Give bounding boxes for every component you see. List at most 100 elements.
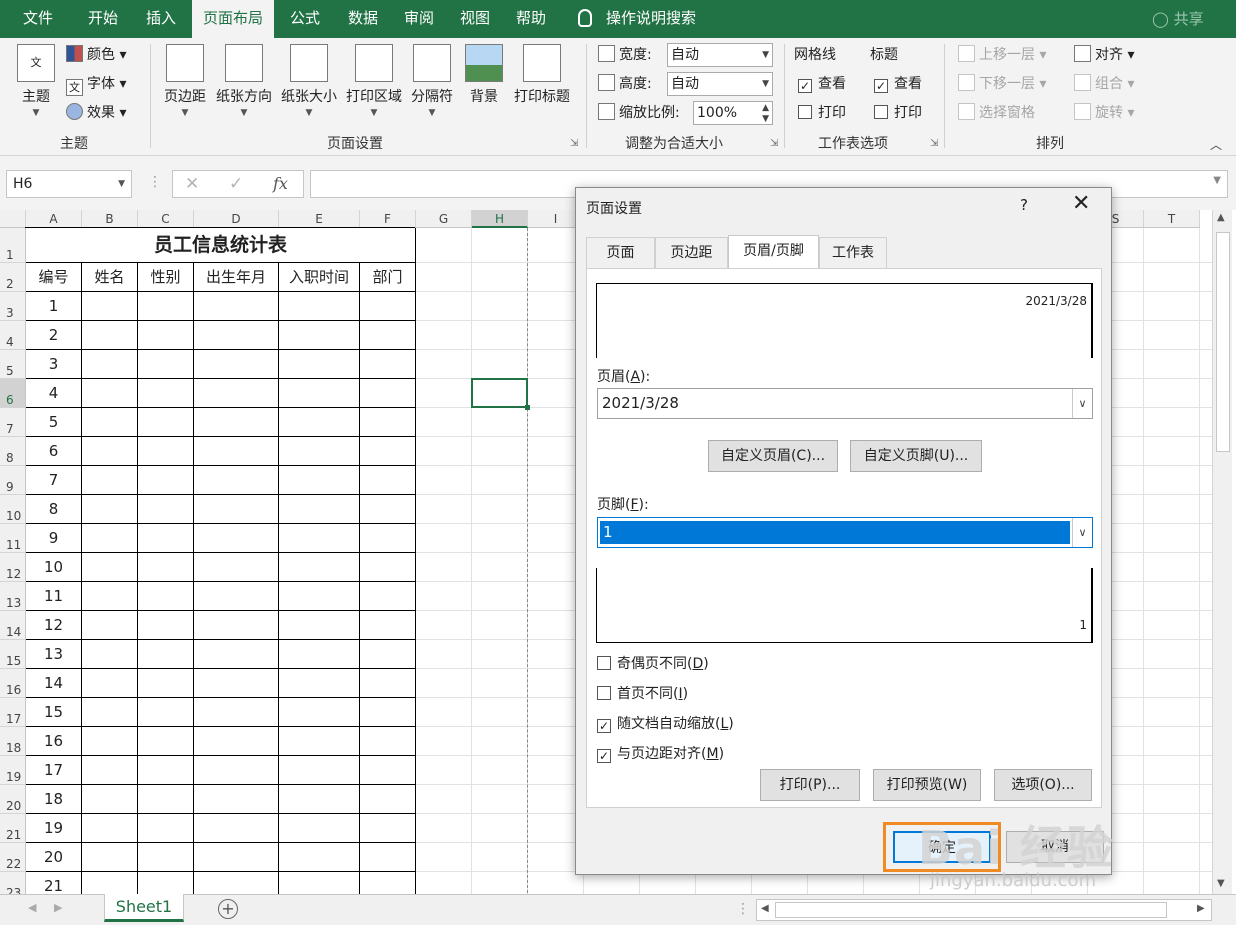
table-cell[interactable] [82, 698, 138, 727]
name-box[interactable]: H6 ▼ [6, 170, 132, 198]
table-cell[interactable] [279, 814, 360, 843]
table-cell[interactable] [82, 379, 138, 408]
table-cell[interactable] [138, 698, 194, 727]
table-cell[interactable] [82, 524, 138, 553]
table-cell[interactable] [82, 756, 138, 785]
table-cell[interactable] [82, 350, 138, 379]
size-button[interactable]: 纸张大小 ▼ [277, 44, 341, 118]
sheet-tab-sheet1[interactable]: Sheet1 [104, 894, 184, 922]
row-header-8[interactable]: 8 [0, 437, 26, 466]
fonts-button[interactable]: 文字体 ▾ [66, 73, 126, 96]
table-cell[interactable] [82, 785, 138, 814]
table-cell[interactable] [82, 292, 138, 321]
table-cell[interactable] [194, 843, 279, 872]
background-button[interactable]: 背景 [464, 44, 504, 106]
table-cell[interactable] [279, 292, 360, 321]
row-header-6[interactable]: 6 [0, 379, 26, 408]
table-cell[interactable] [194, 698, 279, 727]
table-cell[interactable] [194, 379, 279, 408]
headings-print-checkbox[interactable]: 打印 [874, 102, 922, 124]
table-cell[interactable] [194, 640, 279, 669]
table-cell[interactable] [138, 524, 194, 553]
table-cell[interactable] [360, 611, 416, 640]
table-cell[interactable] [279, 350, 360, 379]
table-cell[interactable] [279, 553, 360, 582]
split-handle-icon[interactable]: ⋮ [736, 901, 750, 917]
table-cell[interactable] [194, 495, 279, 524]
chevron-down-icon[interactable]: ∨ [1072, 518, 1092, 547]
vertical-scroll-thumb[interactable] [1216, 232, 1230, 452]
table-cell[interactable] [138, 872, 194, 894]
table-cell[interactable] [279, 756, 360, 785]
row-header-13[interactable]: 13 [0, 582, 26, 611]
table-cell[interactable] [138, 379, 194, 408]
table-cell[interactable] [360, 698, 416, 727]
add-sheet-icon[interactable]: + [218, 899, 238, 919]
table-cell[interactable] [82, 640, 138, 669]
bring-forward-button[interactable]: 上移一层 ▾ [958, 44, 1046, 66]
scroll-up-icon[interactable]: ▲ [1217, 212, 1225, 223]
table-cell-id[interactable]: 7 [26, 466, 82, 495]
table-cell[interactable] [279, 321, 360, 350]
help-button[interactable]: ? [1020, 196, 1028, 214]
table-cell[interactable] [360, 640, 416, 669]
table-cell[interactable] [82, 466, 138, 495]
table-cell[interactable] [138, 350, 194, 379]
table-header-cell[interactable]: 姓名 [82, 263, 138, 292]
align-with-margins-checkbox[interactable]: ✓ 与页边距对齐(M) [597, 743, 724, 763]
print-button[interactable]: 打印(P)... [760, 769, 860, 801]
header-select[interactable]: 2021/3/28 ∨ [597, 388, 1093, 419]
table-cell[interactable] [138, 611, 194, 640]
table-cell[interactable] [194, 350, 279, 379]
table-cell[interactable] [279, 872, 360, 894]
table-cell[interactable] [360, 843, 416, 872]
table-cell[interactable] [138, 669, 194, 698]
table-cell[interactable] [138, 495, 194, 524]
horizontal-scroll-thumb[interactable] [775, 902, 1167, 918]
table-cell[interactable] [138, 292, 194, 321]
table-cell[interactable] [279, 611, 360, 640]
column-header-B[interactable]: B [82, 210, 138, 228]
tab-sheet[interactable]: 工作表 [819, 237, 887, 268]
table-cell[interactable] [360, 814, 416, 843]
column-header-E[interactable]: E [279, 210, 360, 228]
row-header-15[interactable]: 15 [0, 640, 26, 669]
row-header-19[interactable]: 19 [0, 756, 26, 785]
table-cell[interactable] [194, 524, 279, 553]
table-cell[interactable] [360, 292, 416, 321]
table-cell[interactable] [138, 843, 194, 872]
table-cell[interactable] [82, 321, 138, 350]
table-cell[interactable] [360, 785, 416, 814]
table-cell-id[interactable]: 14 [26, 669, 82, 698]
row-header-18[interactable]: 18 [0, 727, 26, 756]
scroll-down-icon[interactable]: ▼ [1217, 878, 1225, 889]
scroll-tabs-left-icon[interactable]: ◀ [28, 901, 36, 914]
horizontal-scrollbar[interactable]: ◀ ▶ [756, 899, 1212, 921]
print-titles-button[interactable]: 打印标题 [510, 44, 574, 106]
table-cell[interactable] [279, 466, 360, 495]
scroll-tabs-right-icon[interactable]: ▶ [54, 901, 62, 914]
send-backward-button[interactable]: 下移一层 ▾ [958, 73, 1046, 95]
table-cell[interactable] [194, 408, 279, 437]
tab-formulas[interactable]: 公式 [276, 0, 334, 38]
column-header-A[interactable]: A [26, 210, 82, 228]
table-cell[interactable] [194, 582, 279, 611]
rotate-button[interactable]: 旋转 ▾ [1074, 102, 1134, 124]
table-cell[interactable] [279, 524, 360, 553]
table-cell[interactable] [82, 814, 138, 843]
row-header-5[interactable]: 5 [0, 350, 26, 379]
collapse-ribbon-icon[interactable]: ︿ [1210, 136, 1222, 153]
sheet-options-launcher-icon[interactable]: ⇲ [930, 138, 938, 149]
tab-margins[interactable]: 页边距 [655, 237, 728, 268]
table-cell[interactable] [279, 669, 360, 698]
scroll-left-icon[interactable]: ◀ [761, 903, 769, 914]
themes-button[interactable]: 文 主题 ▼ [12, 44, 60, 118]
row-header-17[interactable]: 17 [0, 698, 26, 727]
table-cell[interactable] [279, 785, 360, 814]
tab-data[interactable]: 数据 [334, 0, 392, 38]
table-cell-id[interactable]: 9 [26, 524, 82, 553]
table-cell-id[interactable]: 1 [26, 292, 82, 321]
scale-launcher-icon[interactable]: ⇲ [770, 138, 778, 149]
table-cell[interactable] [360, 495, 416, 524]
table-cell-id[interactable]: 21 [26, 872, 82, 894]
